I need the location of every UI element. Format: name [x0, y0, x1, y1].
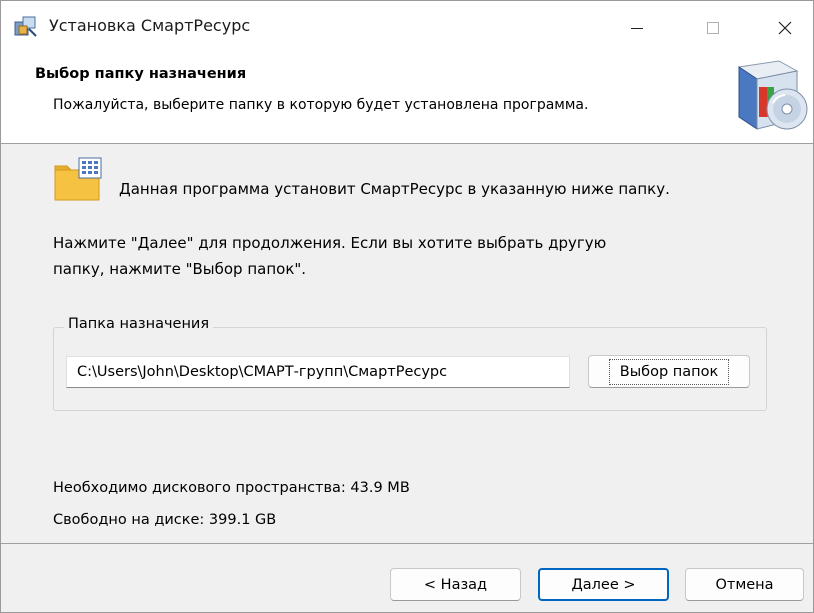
footer-divider [1, 543, 813, 544]
cancel-button[interactable]: Отмена [685, 568, 804, 601]
intro-text: Данная программа установит СмартРесурс в… [119, 180, 670, 198]
installer-app-icon [14, 16, 37, 37]
destination-path-input[interactable] [66, 356, 570, 388]
next-button[interactable]: Далее > [538, 568, 669, 601]
installer-window: Установка СмартРесурс Выбор папку назнач… [0, 0, 814, 613]
browse-folders-button[interactable]: Выбор папок [588, 355, 750, 388]
instruction-text-line2: папку, нажмите "Выбор папок". [53, 260, 307, 278]
close-button[interactable] [757, 1, 813, 55]
free-space-text: Свободно на диске: 399.1 GB [53, 512, 277, 528]
page-subtitle: Пожалуйста, выберите папку в которую буд… [53, 97, 589, 113]
instruction-text-line1: Нажмите "Далее" для продолжения. Если вы… [53, 234, 607, 252]
setup-disc-icon [737, 60, 808, 130]
destination-folder-group: Папка назначения Выбор папок [53, 316, 767, 411]
maximize-button[interactable] [685, 1, 741, 55]
wizard-header: Выбор папку назначения Пожалуйста, выбер… [1, 55, 813, 144]
page-title: Выбор папку назначения [35, 66, 247, 82]
window-title: Установка СмартРесурс [49, 16, 251, 35]
maximize-icon [707, 22, 719, 34]
back-button[interactable]: < Назад [390, 568, 521, 601]
minimize-icon [631, 28, 643, 29]
close-icon [778, 21, 792, 35]
folder-icon [54, 157, 102, 201]
minimize-button[interactable] [609, 1, 665, 55]
browse-folders-label: Выбор папок [608, 358, 730, 385]
title-bar[interactable]: Установка СмартРесурс [1, 1, 813, 55]
required-space-text: Необходимо дискового пространства: 43.9 … [53, 480, 410, 496]
destination-group-label: Папка назначения [64, 316, 214, 332]
wizard-body: Данная программа установит СмартРесурс в… [1, 144, 813, 543]
